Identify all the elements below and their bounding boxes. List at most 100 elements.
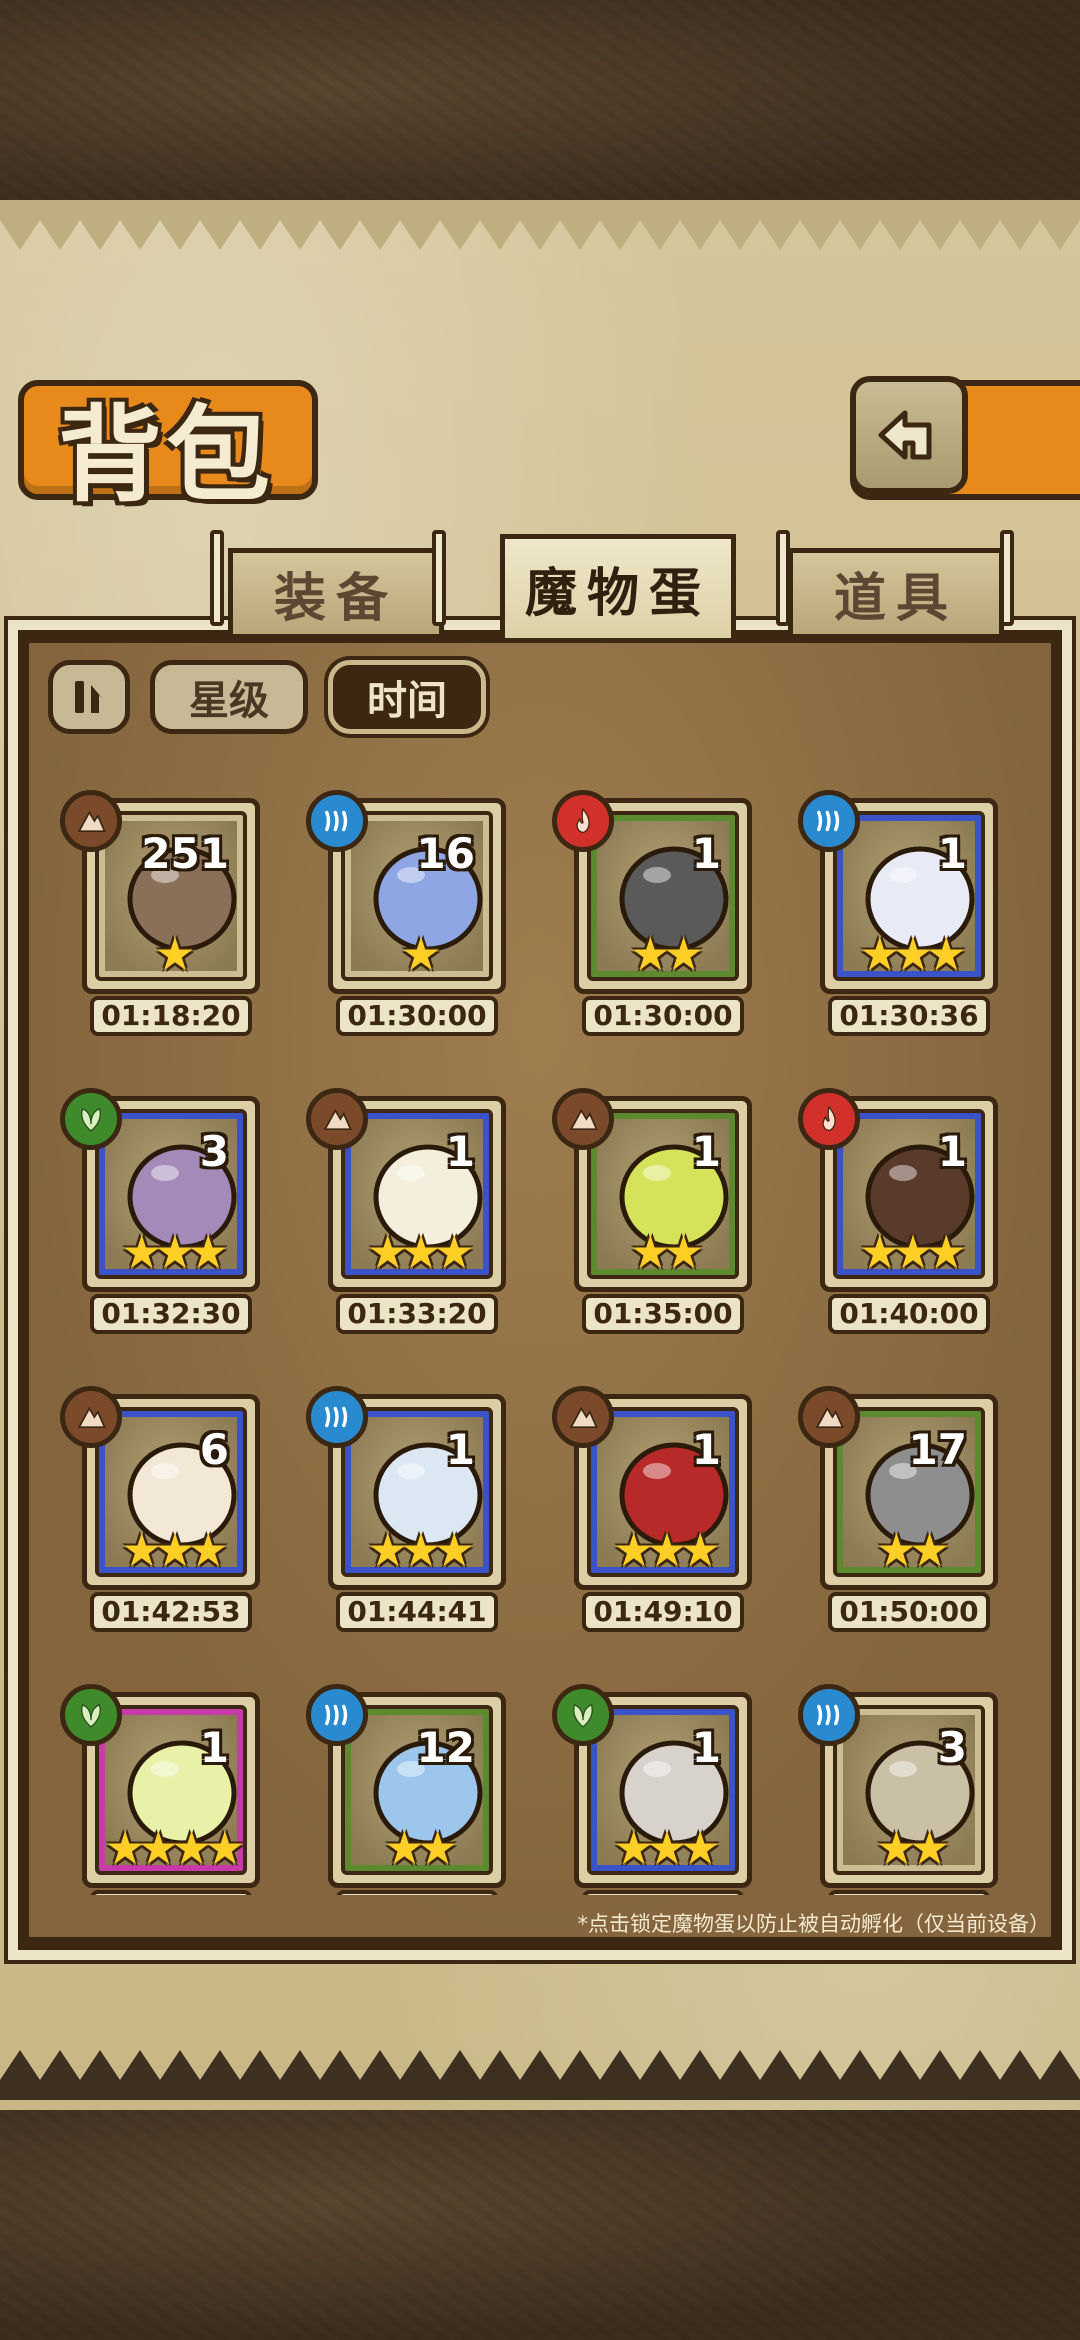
egg-count: 1 — [691, 1723, 721, 1772]
hatch-timer: 01:55:00 — [90, 1890, 252, 1895]
leaf-element-icon — [60, 1684, 122, 1746]
egg-card[interactable]: 1 ★★★ 01:30:36 — [798, 790, 998, 1040]
star-rating: ★★★ — [367, 1225, 475, 1279]
hatch-timer: 01:32:30 — [90, 1294, 252, 1334]
bottom-zigzag-edge — [0, 2050, 1080, 2100]
fire-element-icon — [552, 790, 614, 852]
star-rating: ★★★ — [121, 1225, 229, 1279]
water-element-icon — [306, 1684, 368, 1746]
hatch-timer: LOCK — [828, 1890, 990, 1895]
egg-count: 1 — [199, 1723, 229, 1772]
egg-count: 3 — [937, 1723, 967, 1772]
fire-element-icon — [798, 1088, 860, 1150]
tab-equipment[interactable]: 装备 — [228, 548, 444, 634]
star-rating: ★★★ — [859, 927, 967, 981]
star-rating: ★★ — [629, 927, 704, 981]
egg-card[interactable]: 16 ★ 01:30:00 — [306, 790, 506, 1040]
tab-monster-eggs[interactable]: 魔物蛋 — [500, 534, 736, 638]
water-element-icon — [798, 1684, 860, 1746]
star-rating: ★ — [154, 927, 195, 981]
earth-element-icon — [60, 790, 122, 852]
star-rating: ★★★ — [859, 1225, 967, 1279]
star-rating: ★★ — [383, 1821, 458, 1875]
egg-card[interactable]: 1 ★★★ 01:40:00 — [798, 1088, 998, 1338]
star-rating: ★★★ — [613, 1523, 721, 1577]
star-rating: ★★★ — [367, 1523, 475, 1577]
hatch-timer: 01:50:00 — [828, 1592, 990, 1632]
hatch-timer: 01:42:53 — [90, 1592, 252, 1632]
earth-element-icon — [552, 1386, 614, 1448]
bottom-background — [0, 2110, 1080, 2340]
hatch-timer: 01:49:10 — [582, 1592, 744, 1632]
egg-count: 6 — [199, 1425, 229, 1474]
egg-count: 251 — [141, 829, 229, 878]
egg-card[interactable]: 251 ★ 01:18:20 — [60, 790, 260, 1040]
hatch-timer: 01:18:20 — [90, 996, 252, 1036]
hatch-timer: 01:44:41 — [336, 1592, 498, 1632]
tab-equipment-label: 装备 — [273, 568, 398, 629]
pause-sort-icon — [75, 681, 103, 713]
tab-post — [210, 530, 224, 626]
tab-post — [1000, 530, 1014, 626]
star-rating: ★★ — [875, 1523, 950, 1577]
egg-count: 1 — [445, 1425, 475, 1474]
egg-card[interactable]: 1 ★★★★ 01:55:00 — [60, 1684, 260, 1895]
egg-count: 1 — [691, 829, 721, 878]
egg-card[interactable]: 1 ★★ 01:30:00 — [552, 790, 752, 1040]
egg-card[interactable]: 1 ★★★ 02:05:00 — [552, 1684, 752, 1895]
water-element-icon — [798, 790, 860, 852]
star-rating: ★ — [400, 927, 441, 981]
sort-by-time-button[interactable]: 时间 — [328, 660, 486, 734]
egg-card[interactable]: 3 ★★★ 01:32:30 — [60, 1088, 260, 1338]
hatch-timer: 02:05:00 — [582, 1890, 744, 1895]
hatch-timer: 01:58:00 — [336, 1890, 498, 1895]
egg-card[interactable]: 1 ★★★ 01:33:20 — [306, 1088, 506, 1338]
hatch-timer: 01:40:00 — [828, 1294, 990, 1334]
egg-card[interactable]: 1 ★★ 01:35:00 — [552, 1088, 752, 1338]
sort-by-star-button[interactable]: 星级 — [150, 660, 308, 734]
hatch-timer: 01:30:36 — [828, 996, 990, 1036]
star-rating: ★★★ — [613, 1821, 721, 1875]
earth-element-icon — [552, 1088, 614, 1150]
top-background — [0, 0, 1080, 220]
egg-count: 1 — [937, 829, 967, 878]
hatch-timer: 01:35:00 — [582, 1294, 744, 1334]
egg-count: 1 — [445, 1127, 475, 1176]
tab-post — [776, 530, 790, 626]
egg-card[interactable]: 12 ★★ 01:58:00 — [306, 1684, 506, 1895]
tab-items[interactable]: 道具 — [788, 548, 1004, 634]
earth-element-icon — [306, 1088, 368, 1150]
tab-monster-eggs-label: 魔物蛋 — [524, 563, 711, 624]
top-zigzag-edge — [0, 200, 1080, 250]
earth-element-icon — [60, 1386, 122, 1448]
star-rating: ★★★ — [121, 1523, 229, 1577]
egg-count: 16 — [416, 829, 475, 878]
water-element-icon — [306, 1386, 368, 1448]
egg-count: 3 — [199, 1127, 229, 1176]
tab-items-label: 道具 — [833, 568, 958, 629]
egg-count: 12 — [416, 1723, 475, 1772]
page-title: 背包 — [58, 393, 275, 516]
star-rating: ★★ — [875, 1821, 950, 1875]
earth-element-icon — [798, 1386, 860, 1448]
sort-by-star-label: 星级 — [189, 677, 269, 724]
egg-card[interactable]: 1 ★★★ 01:49:10 — [552, 1386, 752, 1636]
egg-card[interactable]: 17 ★★ 01:50:00 — [798, 1386, 998, 1636]
egg-count: 1 — [691, 1425, 721, 1474]
lock-hint-text: *点击锁定魔物蛋以防止被自动孵化（仅当前设备） — [577, 1912, 1051, 1936]
egg-card[interactable]: 6 ★★★ 01:42:53 — [60, 1386, 260, 1636]
hatch-timer: 01:30:00 — [336, 996, 498, 1036]
tab-post — [432, 530, 446, 626]
egg-grid: 251 ★ 01:18:20 16 ★ 01:30:00 1 ★★ 01:30:00 1 ★★★ 01… — [50, 780, 1040, 1895]
sort-order-toggle[interactable] — [48, 660, 130, 734]
egg-card[interactable]: 1 ★★★ 01:44:41 — [306, 1386, 506, 1636]
sort-by-time-label: 时间 — [367, 677, 447, 724]
egg-count: 1 — [691, 1127, 721, 1176]
hatch-timer: 01:33:20 — [336, 1294, 498, 1334]
back-button[interactable] — [850, 376, 968, 494]
egg-count: 1 — [937, 1127, 967, 1176]
egg-card[interactable]: 3 ★★ LOCK — [798, 1684, 998, 1895]
leaf-element-icon — [552, 1684, 614, 1746]
hatch-timer: 01:30:00 — [582, 996, 744, 1036]
star-rating: ★★ — [629, 1225, 704, 1279]
